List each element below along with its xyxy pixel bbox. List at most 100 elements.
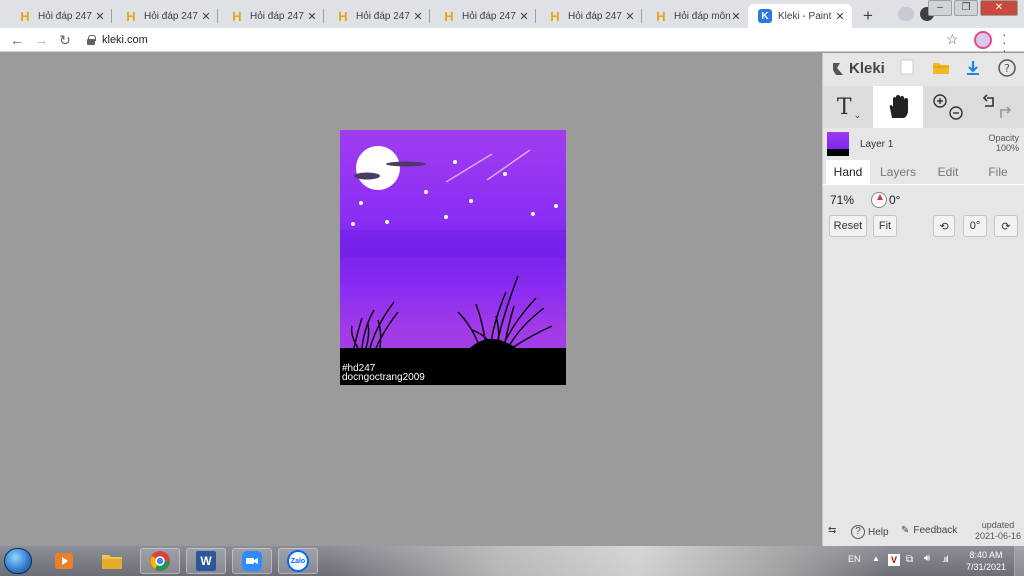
maximize-button[interactable]: ❐ <box>954 0 978 16</box>
tab-divider <box>323 9 324 23</box>
chrome-icon <box>150 551 170 571</box>
browser-tab[interactable]: H Hỏi đáp 247 - ✕ <box>326 4 430 28</box>
browser-tab[interactable]: H Hỏi đáp 247 - ✕ <box>8 4 112 28</box>
angle-button[interactable]: 0° <box>963 215 987 237</box>
rotate-right-button[interactable]: ⟳ <box>994 215 1018 237</box>
layer-name: Layer 1 <box>860 139 894 150</box>
tab-title: Kleki - Paint To <box>778 10 834 22</box>
show-desktop-button[interactable] <box>1014 546 1024 576</box>
reset-button[interactable]: Reset <box>829 215 867 237</box>
browser-tab[interactable]: H Hỏi đáp 247 - ✕ <box>220 4 324 28</box>
cloud <box>386 161 426 167</box>
signal-bars-icon[interactable]: .ııl <box>942 554 948 564</box>
browser-tab[interactable]: H Hỏi đáp 247 - ✕ <box>114 4 218 28</box>
tab-hand[interactable]: Hand <box>826 160 870 184</box>
text-tool-button[interactable]: T ⌄ <box>827 86 871 128</box>
network-tray-icon[interactable]: ⧉ <box>906 554 913 565</box>
updated-info: updated 2021-06-16 <box>975 520 1021 542</box>
taskbar-explorer[interactable] <box>92 548 132 574</box>
undo-redo-icon[interactable] <box>977 92 1017 122</box>
compass-icon[interactable] <box>871 192 887 208</box>
updated-label: updated <box>981 520 1015 530</box>
more-menu-icon[interactable]: · · · <box>1002 27 1007 57</box>
profile-bubble-icon <box>898 7 914 21</box>
tab-title: Hỏi đáp 247 - <box>38 10 94 22</box>
star <box>554 204 558 208</box>
zoom-in-out-icon[interactable] <box>928 92 968 122</box>
star <box>385 220 389 224</box>
fit-button[interactable]: Fit <box>873 215 897 237</box>
close-tab-icon[interactable]: ✕ <box>518 10 530 23</box>
tab-file[interactable]: File <box>973 160 1023 184</box>
layer-thumbnail[interactable] <box>827 132 849 156</box>
close-tab-icon[interactable]: ✕ <box>306 10 318 23</box>
tab-divider <box>641 9 642 23</box>
tab-edit[interactable]: Edit <box>925 160 971 184</box>
swap-arrows-icon[interactable]: ⇆ <box>828 525 836 536</box>
tab-layers[interactable]: Layers <box>873 160 923 184</box>
close-tab-icon[interactable]: ✕ <box>94 10 106 23</box>
forward-arrow-icon[interactable]: → <box>32 31 50 49</box>
feedback-link[interactable]: ✎ Feedback <box>901 525 957 536</box>
minimize-button[interactable]: – <box>928 0 952 16</box>
panel-tabs: Hand Layers Edit File <box>823 160 1024 184</box>
hoidap-favicon-icon: H <box>338 8 348 24</box>
star <box>359 201 363 205</box>
help-link[interactable]: ? Help <box>851 525 889 539</box>
taskbar-word[interactable]: W <box>186 548 226 574</box>
feedback-label: Feedback <box>913 525 958 536</box>
feedback-icon: ✎ <box>901 525 910 536</box>
volume-icon[interactable]: 🔊︎ <box>924 553 930 564</box>
open-folder-icon[interactable] <box>932 59 950 77</box>
hoidap-favicon-icon: H <box>232 8 242 24</box>
close-tab-icon[interactable]: ✕ <box>730 10 742 23</box>
system-clock[interactable]: 8:40 AM 7/31/2021 <box>962 549 1010 573</box>
rotate-left-button[interactable]: ⟲ <box>933 215 955 237</box>
language-indicator[interactable]: EN <box>848 554 861 564</box>
browser-tab-active[interactable]: K Kleki - Paint To ✕ <box>748 4 852 28</box>
kleki-favicon-icon: K <box>758 9 772 23</box>
star <box>503 172 507 176</box>
taskbar-chrome[interactable] <box>140 548 180 574</box>
browser-tab[interactable]: H Hỏi đáp 247 - ✕ <box>432 4 536 28</box>
address-bar[interactable]: kleki.com <box>86 30 936 50</box>
hand-tool-button[interactable] <box>873 86 923 128</box>
hoidap-favicon-icon: H <box>20 8 30 24</box>
clock-date: 7/31/2021 <box>965 562 1007 572</box>
tab-title: Hỏi đáp 247 - <box>568 10 624 22</box>
layer-preview[interactable]: Layer 1 Opacity 100% <box>823 130 1024 158</box>
bookmark-star-icon[interactable]: ☆ <box>946 31 959 48</box>
canvas-workspace[interactable]: #hd247 docngoctrang2009 <box>0 53 822 546</box>
close-tab-icon[interactable]: ✕ <box>200 10 212 23</box>
shooting-star <box>445 153 493 183</box>
new-image-icon[interactable] <box>900 59 918 77</box>
zoom-app-icon <box>242 551 262 571</box>
tray-expand-icon[interactable]: ▲ <box>872 554 880 563</box>
help-circle-icon[interactable]: ? <box>998 59 1016 77</box>
browser-tab[interactable]: H Hỏi đáp 247 - ✕ <box>538 4 642 28</box>
star <box>424 190 428 194</box>
rotate-cw-icon: ⟳ <box>1001 220 1011 233</box>
reload-icon[interactable]: ↻ <box>56 31 74 49</box>
chevron-down-icon[interactable]: ⌄ <box>854 110 862 121</box>
url-text[interactable]: kleki.com <box>102 34 148 46</box>
new-tab-button[interactable]: + <box>857 5 879 27</box>
close-tab-icon[interactable]: ✕ <box>624 10 636 23</box>
taskbar-zalo[interactable]: Zalo <box>278 548 318 574</box>
close-tab-icon[interactable]: ✕ <box>834 10 846 23</box>
close-window-button[interactable]: ✕ <box>980 0 1018 16</box>
antivirus-tray-icon[interactable]: V <box>888 554 900 566</box>
back-arrow-icon[interactable]: ← <box>8 31 26 49</box>
drawing-canvas[interactable]: #hd247 docngoctrang2009 <box>340 130 566 385</box>
start-button[interactable] <box>4 548 32 574</box>
star <box>453 160 457 164</box>
download-icon[interactable] <box>964 59 982 77</box>
profile-avatar[interactable] <box>974 31 992 49</box>
browser-tab[interactable]: H Hỏi đáp môn ✕ <box>644 4 748 28</box>
text-tool-icon: T <box>836 94 852 120</box>
close-tab-icon[interactable]: ✕ <box>412 10 424 23</box>
taskbar-media-player[interactable] <box>44 548 84 574</box>
taskbar-zoom[interactable] <box>232 548 272 574</box>
hoidap-favicon-icon: H <box>444 8 454 24</box>
hoidap-favicon-icon: H <box>656 8 666 24</box>
